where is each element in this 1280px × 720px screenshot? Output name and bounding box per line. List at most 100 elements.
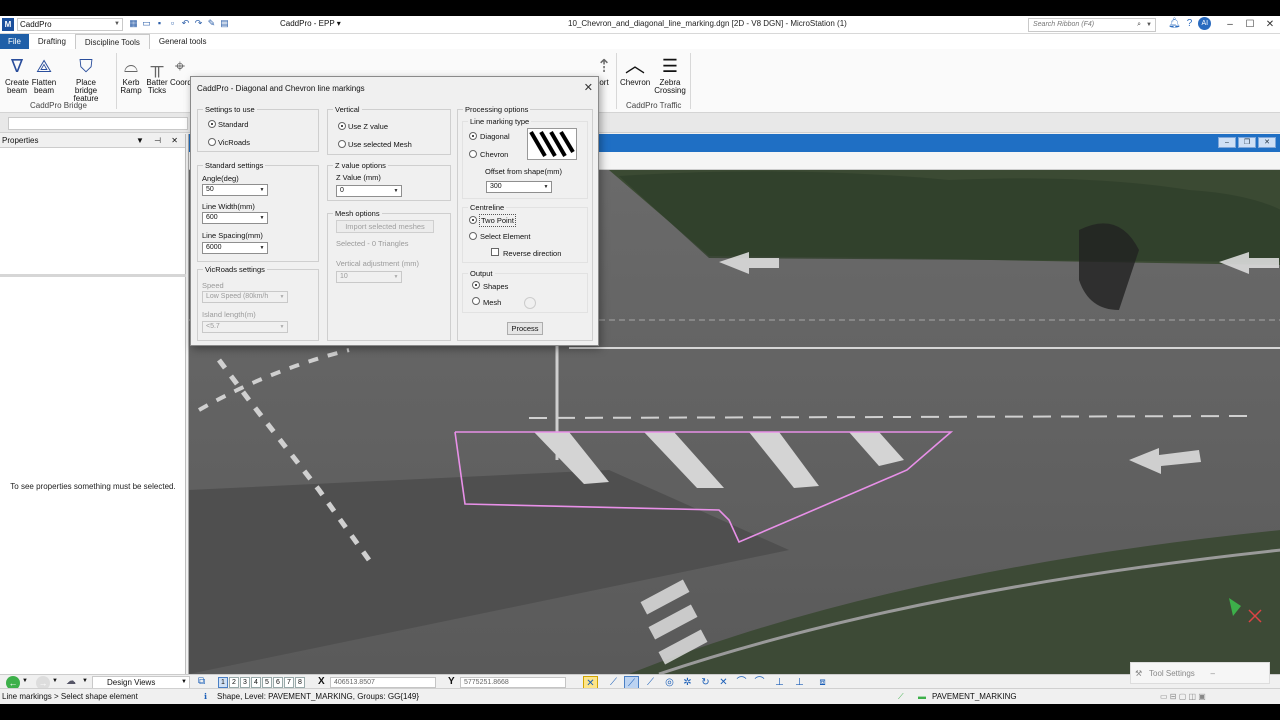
pin-icon[interactable]: ✎ bbox=[206, 18, 217, 29]
view-2-button[interactable]: 2 bbox=[229, 677, 239, 688]
notifications-icon[interactable]: 🔔︎ bbox=[1168, 18, 1181, 29]
chevron-down-icon[interactable]: ▼ bbox=[82, 678, 88, 684]
help-icon[interactable]: ? bbox=[1187, 18, 1193, 29]
properties-empty-message: To see properties something must be sele… bbox=[10, 482, 176, 491]
view-5-button[interactable]: 5 bbox=[262, 677, 272, 688]
close-icon[interactable]: ✕ bbox=[1260, 16, 1280, 34]
zebra-crossing-button[interactable]: ☰ Zebra Crossing bbox=[652, 55, 688, 95]
workset-selector[interactable]: CaddPro - EPP ▾ bbox=[280, 19, 341, 28]
user-avatar[interactable]: AI bbox=[1198, 17, 1212, 30]
redo-icon[interactable]: ↷ bbox=[193, 18, 204, 29]
chevron-radio[interactable] bbox=[469, 150, 477, 158]
maximize-icon[interactable]: ☐ bbox=[1240, 16, 1260, 34]
x-coordinate-field[interactable]: 406513.8507 bbox=[330, 677, 436, 688]
tab-general-tools[interactable]: General tools bbox=[150, 34, 216, 49]
standard-radio[interactable] bbox=[208, 120, 216, 128]
line-spacing-combo[interactable]: 6000 ▼ bbox=[202, 242, 268, 254]
undo-icon[interactable]: ↶ bbox=[180, 18, 191, 29]
kerb-ramp-icon: ⌓ bbox=[123, 56, 139, 76]
coord-button[interactable]: ⌖ Coord bbox=[170, 55, 192, 87]
diagonal-label: Diagonal bbox=[480, 132, 510, 141]
batter-ticks-button[interactable]: ╥ Batter Ticks bbox=[144, 55, 170, 95]
diagonal-radio[interactable] bbox=[469, 132, 477, 140]
saved-views-icon[interactable]: ☁ bbox=[66, 676, 76, 687]
views-icon[interactable]: ⧉ bbox=[198, 676, 205, 687]
grid-icon[interactable]: ▦ bbox=[128, 18, 139, 29]
use-z-value-radio[interactable] bbox=[338, 122, 346, 130]
mesh-radio[interactable] bbox=[472, 297, 480, 305]
bridge-feature-icon: ⛉ bbox=[79, 56, 93, 76]
mouse-cursor-icon bbox=[524, 297, 536, 309]
create-beam-button[interactable]: ∇ Create beam bbox=[4, 55, 30, 95]
dialog-title: CaddPro - Diagonal and Chevron line mark… bbox=[197, 84, 365, 93]
chevron-down-icon: ▼ bbox=[393, 274, 399, 280]
speed-combo[interactable]: Low Speed (80km/h ▼ bbox=[202, 291, 288, 303]
chevron-down-icon[interactable]: ▼ bbox=[22, 678, 28, 684]
chevron-down-icon: ▼ bbox=[259, 215, 265, 221]
view-restore-icon[interactable]: ❐ bbox=[1238, 137, 1256, 148]
vicroads-radio[interactable] bbox=[208, 138, 216, 146]
process-button[interactable]: Process bbox=[507, 322, 543, 335]
shapes-radio[interactable] bbox=[472, 281, 480, 289]
status-tools-icon[interactable]: ▭ ⊟ ▢ ◫ ▣ bbox=[1160, 692, 1206, 701]
panel-controls[interactable]: ▼ ⊣ ✕ bbox=[136, 134, 182, 148]
view-1-button[interactable]: 1 bbox=[218, 677, 228, 688]
angle-combo[interactable]: 50 ▼ bbox=[202, 184, 268, 196]
open-folder-icon[interactable]: ▭ bbox=[141, 18, 152, 29]
panel-splitter[interactable] bbox=[0, 274, 186, 277]
place-bridge-feature-button[interactable]: ⛉ Place bridge feature bbox=[58, 55, 114, 103]
tool-settings-panel[interactable]: ⚒ Tool Settings – bbox=[1130, 662, 1270, 684]
line-width-combo[interactable]: 600 ▼ bbox=[202, 212, 268, 224]
y-coordinate-field[interactable]: 5775251.8668 bbox=[460, 677, 566, 688]
document-title: 10_Chevron_and_diagonal_line_marking.dgn… bbox=[568, 19, 847, 28]
chevron-down-icon: ▼ bbox=[259, 187, 265, 193]
print-icon[interactable]: ▤ bbox=[219, 18, 230, 29]
select-element-radio[interactable] bbox=[469, 232, 477, 240]
save-settings-icon[interactable]: ▫ bbox=[167, 18, 178, 29]
use-selected-mesh-radio[interactable] bbox=[338, 140, 346, 148]
chevron-down-icon: ▼ bbox=[393, 188, 399, 194]
microstation-window: M CaddPro ▼ ▦ ▭ ▪ ▫ ↶ ↷ ✎ ▤ CaddPro - EP… bbox=[0, 16, 1280, 704]
chevron-down-icon[interactable]: ▼ bbox=[1146, 19, 1152, 31]
ribbon-tabs: File Drafting Discipline Tools General t… bbox=[0, 34, 1280, 49]
import-selected-meshes-button[interactable]: Import selected meshes bbox=[336, 220, 434, 233]
z-value-combo[interactable]: 0 ▼ bbox=[336, 185, 402, 197]
view-minimize-icon[interactable]: – bbox=[1218, 137, 1236, 148]
tab-discipline-tools[interactable]: Discipline Tools bbox=[74, 34, 150, 49]
active-level[interactable]: PAVEMENT_MARKING bbox=[932, 692, 1017, 701]
minimize-icon[interactable]: – bbox=[1211, 663, 1215, 685]
workspace-selector[interactable]: CaddPro ▼ bbox=[17, 18, 123, 31]
minimize-icon[interactable]: – bbox=[1220, 16, 1240, 34]
island-length-combo[interactable]: <5.7 ▼ bbox=[202, 321, 288, 333]
chevron-down-icon: ▼ bbox=[114, 21, 120, 27]
ribbon-search-input[interactable]: Search Ribbon (F4) ⌕ ▼ bbox=[1028, 18, 1156, 32]
chevron-icon: ︿ bbox=[625, 55, 645, 77]
reverse-direction-checkbox[interactable] bbox=[491, 248, 499, 256]
view-close-icon[interactable]: ✕ bbox=[1258, 137, 1276, 148]
view-6-button[interactable]: 6 bbox=[273, 677, 283, 688]
key-in-field[interactable] bbox=[8, 117, 188, 130]
island-length-label: Island length(m) bbox=[202, 310, 256, 319]
search-icon[interactable]: ⌕ bbox=[1137, 19, 1141, 31]
flatten-beam-button[interactable]: ⟁ Flatten beam bbox=[31, 55, 57, 95]
save-icon[interactable]: ▪ bbox=[154, 18, 165, 29]
two-point-radio[interactable] bbox=[469, 216, 477, 224]
chevron-button[interactable]: ︿ Chevron bbox=[620, 55, 650, 87]
kerb-ramp-button[interactable]: ⌓ Kerb Ramp bbox=[118, 55, 144, 95]
beam-icon: ∇ bbox=[10, 56, 24, 76]
offset-combo[interactable]: 300 ▼ bbox=[486, 181, 552, 193]
view-8-button[interactable]: 8 bbox=[295, 677, 305, 688]
tool-settings-icon: ⚒ bbox=[1135, 669, 1143, 678]
traffic-group-label: CaddPro Traffic bbox=[626, 101, 682, 110]
dialog-close-icon[interactable]: ✕ bbox=[584, 81, 593, 94]
view-7-button[interactable]: 7 bbox=[284, 677, 294, 688]
tab-drafting[interactable]: Drafting bbox=[29, 34, 75, 49]
chevron-down-icon[interactable]: ▼ bbox=[52, 678, 58, 684]
tab-file[interactable]: File bbox=[0, 34, 29, 49]
vertical-adjustment-combo[interactable]: 10 ▼ bbox=[336, 271, 402, 283]
group-separator bbox=[690, 53, 691, 109]
microstation-logo-icon[interactable]: M bbox=[2, 18, 14, 31]
view-3-button[interactable]: 3 bbox=[240, 677, 250, 688]
lock-icon[interactable]: ⟋ bbox=[898, 692, 904, 702]
view-4-button[interactable]: 4 bbox=[251, 677, 261, 688]
